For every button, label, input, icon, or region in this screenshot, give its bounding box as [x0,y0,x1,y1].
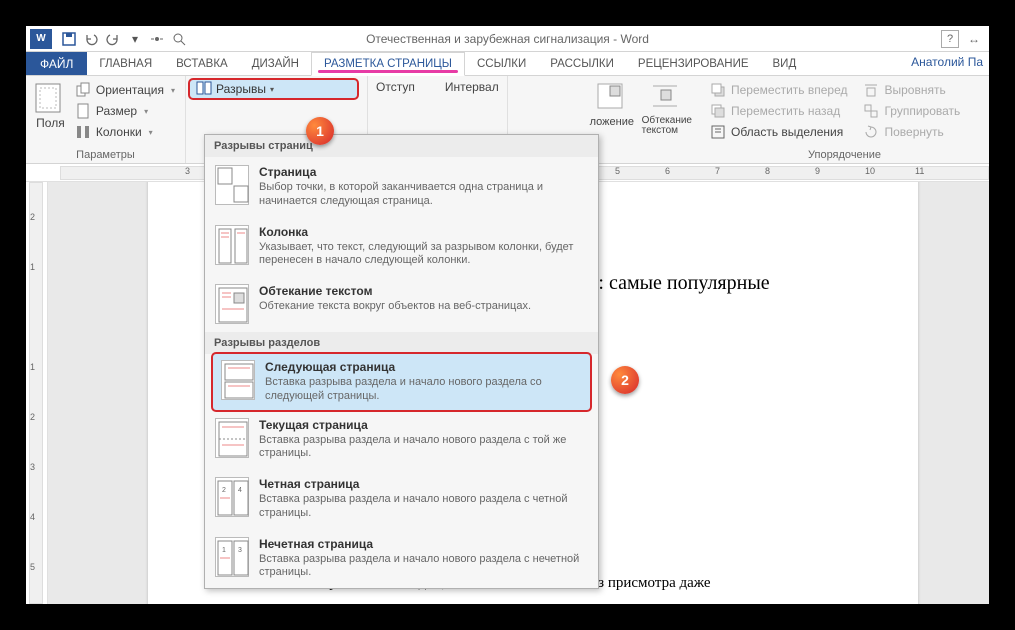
ribbon-collapse-icon[interactable]: ↔ [965,30,983,48]
margins-icon [34,82,66,114]
tab-mailings[interactable]: РАССЫЛКИ [538,52,626,75]
wrap-text-button[interactable]: Обтекание текстом [642,78,692,136]
tab-page-layout-label: РАЗМЕТКА СТРАНИЦЫ [324,58,452,70]
dropdown-header-section-breaks: Разрывы разделов [205,332,598,354]
tab-view[interactable]: ВИД [761,52,809,75]
callout-1: 1 [306,117,334,145]
tab-references[interactable]: ССЫЛКИ [465,52,538,75]
dropdown-item-odd-page[interactable]: 13 Нечетная страницаВставка разрыва разд… [205,529,598,589]
size-icon [75,103,91,119]
breaks-dropdown: Разрывы страниц СтраницаВыбор точки, в к… [204,134,599,589]
help-icon[interactable]: ? [941,30,959,48]
column-break-icon [215,225,249,265]
dropdown-item-next-page[interactable]: Следующая страницаВставка разрыва раздел… [211,352,592,412]
vertical-ruler[interactable]: 2 1 1 2 3 4 5 [26,182,48,604]
tab-home[interactable]: ГЛАВНАЯ [87,52,164,75]
tab-design[interactable]: ДИЗАЙН [240,52,311,75]
ribbon-tabs: ФАЙЛ ГЛАВНАЯ ВСТАВКА ДИЗАЙН РАЗМЕТКА СТР… [26,52,989,76]
dropdown-item-even-page[interactable]: 24 Четная страницаВставка разрыва раздел… [205,469,598,529]
align-button[interactable]: Выровнять [861,80,962,100]
svg-text:4: 4 [238,487,242,494]
group-arrange-label: Упорядочение [700,149,989,161]
dropdown-item-column[interactable]: КолонкаУказывает, что текст, следующий з… [205,217,598,277]
group-button[interactable]: Группировать [861,101,962,121]
qat-customize-icon[interactable]: ▾ [125,29,145,49]
quick-access-toolbar: W ▾ Отечественная и зарубежная сигнализа… [26,26,989,52]
send-backward-icon [710,103,726,119]
margins-button[interactable]: Поля [34,78,67,142]
send-backward-button[interactable]: Переместить назад [708,101,849,121]
dropdown-item-continuous[interactable]: Текущая страницаВставка разрыва раздела … [205,410,598,470]
breaks-button[interactable]: Разрывы ▾ [188,78,359,100]
position-button[interactable]: ложение [588,78,636,136]
group-page-setup-label: Параметры [26,149,185,161]
window-title: Отечественная и зарубежная сигнализация … [366,32,649,46]
next-page-section-icon [221,360,255,400]
margins-label: Поля [36,116,65,130]
tab-review[interactable]: РЕЦЕНЗИРОВАНИЕ [626,52,761,75]
rotate-icon [863,124,879,140]
align-icon [863,82,879,98]
page-break-icon [215,165,249,205]
group-arrange: Переместить вперед Переместить назад Обл… [700,76,989,163]
dropdown-item-text-wrapping[interactable]: Обтекание текстомОбтекание текста вокруг… [205,276,598,332]
size-button[interactable]: Размер▾ [73,101,177,121]
app-icon: W [30,29,52,49]
odd-page-section-icon: 13 [215,537,249,577]
bring-forward-button[interactable]: Переместить вперед [708,80,849,100]
touch-mode-icon[interactable] [147,29,167,49]
spacing-label: Интервал [445,80,499,94]
tab-file[interactable]: ФАЙЛ [26,52,87,75]
save-icon[interactable] [59,29,79,49]
even-page-section-icon: 24 [215,477,249,517]
dropdown-item-page[interactable]: СтраницаВыбор точки, в которой заканчива… [205,157,598,217]
selection-pane-icon [710,124,726,140]
undo-icon[interactable] [81,29,101,49]
orientation-button[interactable]: Ориентация▾ [73,80,177,100]
orientation-icon [75,82,91,98]
svg-text:1: 1 [222,547,226,554]
tab-page-layout[interactable]: РАЗМЕТКА СТРАНИЦЫ [311,52,465,76]
selection-pane-button[interactable]: Область выделения [708,122,849,142]
columns-button[interactable]: Колонки▾ [73,122,177,142]
svg-text:3: 3 [238,547,242,554]
rotate-button[interactable]: Повернуть [861,122,962,142]
columns-icon [75,124,91,140]
redo-icon[interactable] [103,29,123,49]
tab-insert[interactable]: ВСТАВКА [164,52,240,75]
group-icon [863,103,879,119]
dropdown-header-page-breaks: Разрывы страниц [205,135,598,157]
svg-text:2: 2 [222,487,226,494]
tab-active-underline [318,70,458,73]
wrap-text-icon [651,82,683,114]
breaks-icon [196,81,212,97]
continuous-section-icon [215,418,249,458]
indent-label: Отступ [376,80,415,94]
user-name[interactable]: Анатолий Па [911,55,983,69]
position-icon [596,82,628,114]
callout-2: 2 [611,366,639,394]
text-wrap-break-icon [215,284,249,324]
group-page-setup: Поля Ориентация▾ Размер▾ Колонки▾ Параме… [26,76,186,163]
bring-forward-icon [710,82,726,98]
print-preview-icon[interactable] [169,29,189,49]
